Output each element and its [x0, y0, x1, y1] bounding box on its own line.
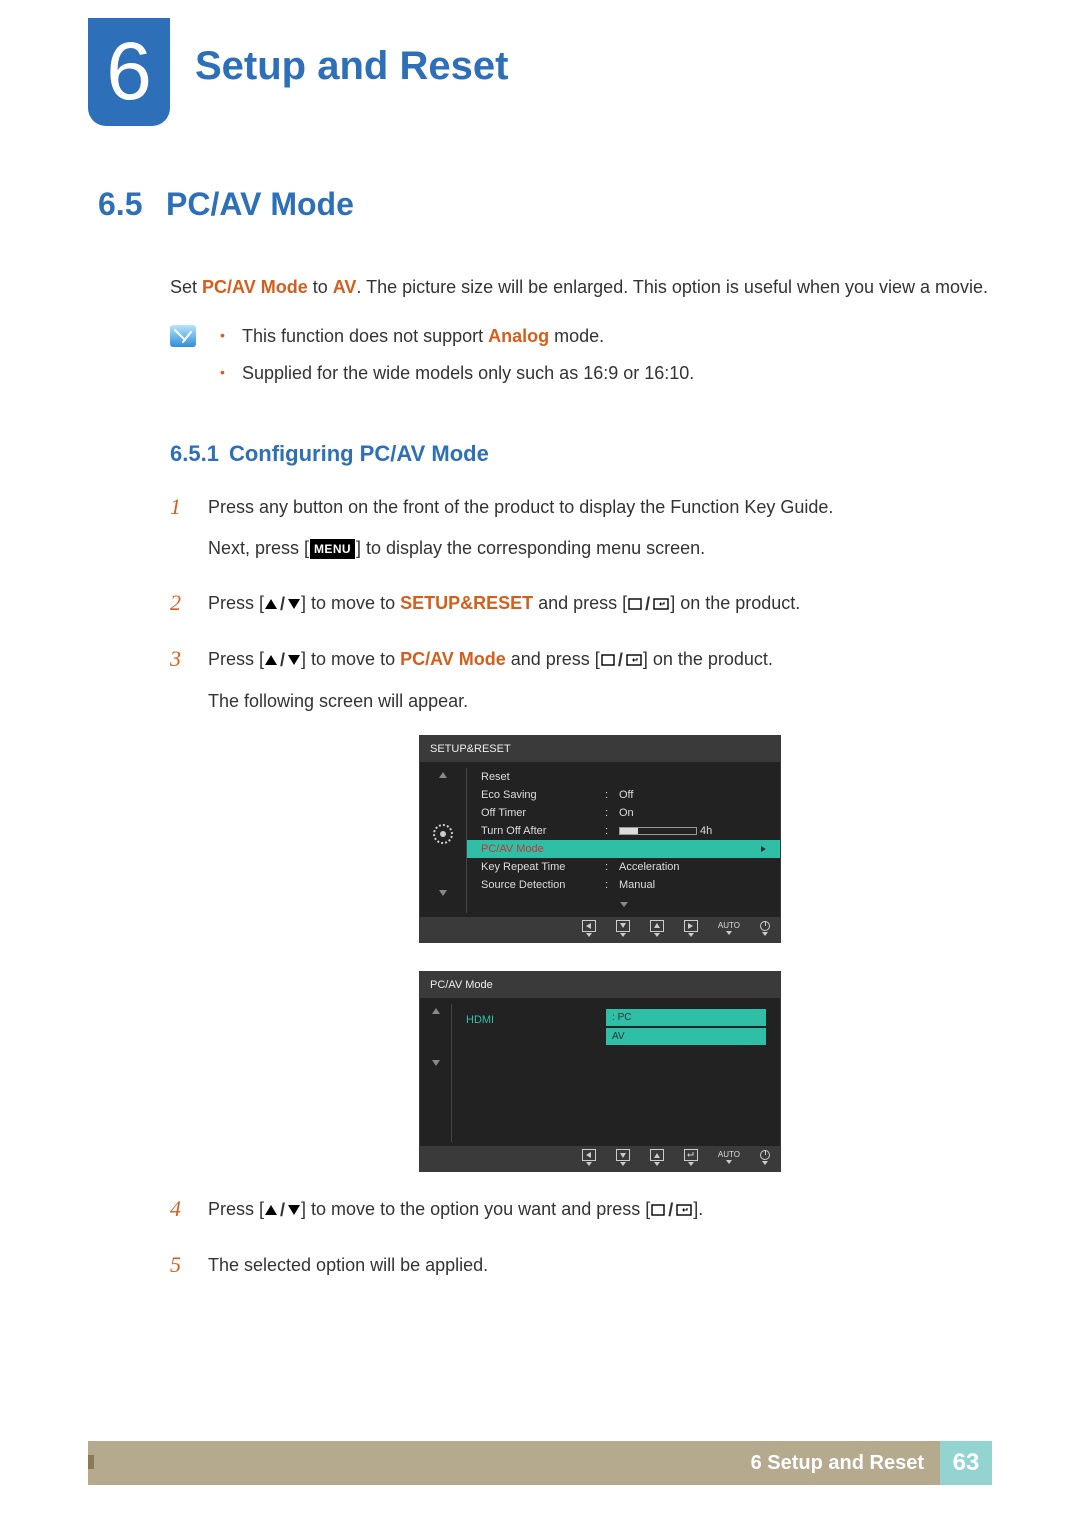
- osd-row: Key Repeat Time:Acceleration: [467, 858, 780, 876]
- subsection-number: 6.5.1: [170, 437, 219, 470]
- osd-row-value: On: [619, 805, 766, 822]
- osd-row-value: Acceleration: [619, 859, 766, 876]
- footer-chapter-label: 6 Setup and Reset: [751, 1448, 924, 1478]
- chapter-number: 6: [88, 18, 170, 126]
- step-5: 5 The selected option will be applied.: [170, 1252, 992, 1293]
- osd-row: PC/AV Mode: [467, 840, 780, 858]
- osd-setup-reset: SETUP&RESET ResetEco Saving:OffOff Timer…: [419, 735, 781, 943]
- osd-pcav-mode: PC/AV Mode HDMI PC: [419, 971, 781, 1173]
- osd-row: Off Timer:On: [467, 804, 780, 822]
- bold-pcav: PC/AV Mode: [202, 277, 308, 297]
- osd-option-pc: PC: [606, 1009, 766, 1026]
- osd-row-value: 4h: [619, 823, 766, 840]
- step-text: Press [/] to move to SETUP&RESET and pre…: [208, 590, 992, 618]
- note-icon: [170, 325, 196, 347]
- osd-title: SETUP&RESET: [420, 736, 780, 763]
- source-enter-icon: /: [628, 591, 669, 618]
- nav-prev-icon: [582, 1149, 596, 1166]
- section-title: PC/AV Mode: [166, 186, 354, 222]
- intro-paragraph: Set PC/AV Mode to AV. The picture size w…: [98, 274, 992, 301]
- nav-up-icon: [650, 1149, 664, 1166]
- step-3: 3 Press [/] to move to PC/AV Mode and pr…: [170, 646, 992, 1182]
- osd-option-av: AV: [606, 1028, 766, 1045]
- subsection-title: Configuring PC/AV Mode: [229, 441, 489, 466]
- step-number: 2: [170, 590, 190, 632]
- nav-up-icon: [650, 920, 664, 937]
- osd-row-label: PC/AV Mode: [481, 841, 605, 858]
- step-4: 4 Press [/] to move to the option you wa…: [170, 1196, 992, 1238]
- source-enter-icon: /: [651, 1197, 692, 1224]
- osd-nav-bar: AUTO: [420, 917, 780, 942]
- osd-side-indicator: [420, 1004, 451, 1142]
- step-number: 5: [170, 1252, 190, 1293]
- osd-row: Reset: [467, 768, 780, 786]
- chapter-title: Setup and Reset: [195, 36, 508, 96]
- osd-row-label: Key Repeat Time: [481, 859, 605, 876]
- page-footer: 6 Setup and Reset 63: [88, 1441, 992, 1485]
- osd-row: Turn Off After: 4h: [467, 822, 780, 840]
- chapter-tab: 6: [88, 18, 170, 126]
- osd-row: Eco Saving:Off: [467, 786, 780, 804]
- step-number: 4: [170, 1196, 190, 1238]
- step-number: 3: [170, 646, 190, 1182]
- osd-row-label: Eco Saving: [481, 787, 605, 804]
- step-number: 1: [170, 494, 190, 576]
- nav-enter-icon: [684, 1149, 698, 1166]
- section-number: 6.5: [98, 180, 166, 228]
- osd-source-label: HDMI: [466, 1008, 606, 1046]
- gear-icon: [433, 824, 453, 844]
- section-heading: 6.5PC/AV Mode: [98, 180, 992, 228]
- osd-row-value: Manual: [619, 877, 766, 894]
- osd-row-label: Off Timer: [481, 805, 605, 822]
- nav-auto-label: AUTO: [718, 922, 740, 935]
- step-text: The selected option will be applied.: [208, 1252, 992, 1279]
- osd-row-value: Off: [619, 787, 766, 804]
- step-text: Press [/] to move to PC/AV Mode and pres…: [208, 646, 992, 674]
- nav-down-icon: [616, 1149, 630, 1166]
- nav-auto-label: AUTO: [718, 1151, 740, 1164]
- step-text: Next, press [MENU] to display the corres…: [208, 535, 992, 562]
- up-down-icon: /: [265, 647, 300, 674]
- subsection-heading: 6.5.1 Configuring PC/AV Mode: [98, 437, 992, 470]
- source-enter-icon: /: [601, 647, 642, 674]
- step-text: The following screen will appear.: [208, 688, 992, 715]
- nav-power-icon: [760, 921, 770, 936]
- nav-next-icon: [684, 920, 698, 937]
- osd-nav-bar: AUTO: [420, 1146, 780, 1171]
- step-1: 1 Press any button on the front of the p…: [170, 494, 992, 576]
- osd-row: Source Detection:Manual: [467, 876, 780, 894]
- note-block: This function does not support Analog mo…: [98, 323, 992, 397]
- nav-down-icon: [616, 920, 630, 937]
- menu-button-label: MENU: [310, 539, 355, 559]
- osd-title: PC/AV Mode: [420, 972, 780, 999]
- osd-row-label: Source Detection: [481, 877, 605, 894]
- note-item: This function does not support Analog mo…: [220, 323, 694, 350]
- arrow-right-icon: [761, 846, 766, 852]
- up-down-icon: /: [265, 1197, 300, 1224]
- step-2: 2 Press [/] to move to SETUP&RESET and p…: [170, 590, 992, 632]
- step-text: Press any button on the front of the pro…: [208, 494, 992, 521]
- nav-prev-icon: [582, 920, 596, 937]
- osd-row-label: Turn Off After: [481, 823, 605, 840]
- bold-av: AV: [333, 277, 357, 297]
- up-down-icon: /: [265, 591, 300, 618]
- footer-page-number: 63: [940, 1441, 992, 1485]
- osd-row-label: Reset: [481, 769, 605, 786]
- step-text: Press [/] to move to the option you want…: [208, 1196, 992, 1224]
- osd-side-indicator: [420, 768, 466, 913]
- note-item: Supplied for the wide models only such a…: [220, 360, 694, 387]
- nav-power-icon: [760, 1150, 770, 1165]
